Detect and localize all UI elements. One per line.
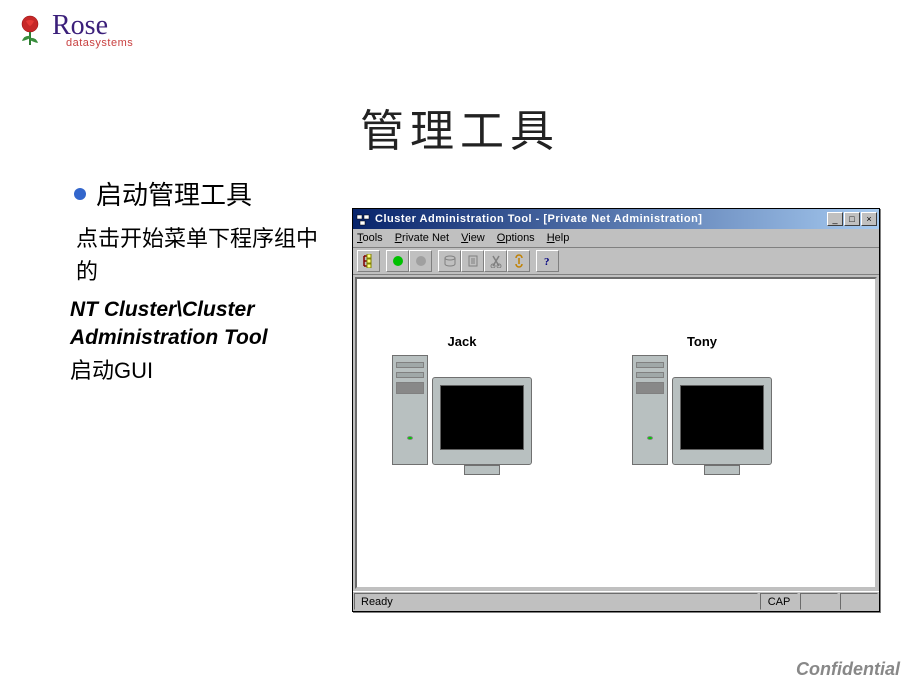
toolbar: ? bbox=[353, 248, 879, 275]
monitor-icon bbox=[672, 377, 772, 465]
status-empty1 bbox=[800, 593, 838, 610]
brand-logo: Rose datasystems bbox=[12, 12, 133, 49]
document-icon[interactable] bbox=[461, 250, 484, 272]
status-ready: Ready bbox=[354, 593, 758, 610]
content-body: 启动管理工具 点击开始菜单下程序组中的 NT Cluster\Cluster A… bbox=[74, 175, 334, 385]
slide-title: 管理工具 bbox=[0, 95, 920, 159]
desc3-gui: GUI bbox=[114, 358, 153, 383]
node-label: Tony bbox=[687, 334, 717, 349]
help-icon[interactable]: ? bbox=[536, 250, 559, 272]
bullet-text: 启动管理工具 bbox=[96, 175, 252, 212]
minimize-button[interactable]: _ bbox=[827, 212, 843, 226]
rose-flower-icon bbox=[12, 13, 48, 49]
cluster-node-tony[interactable]: Tony bbox=[632, 334, 772, 465]
tower-icon bbox=[632, 355, 668, 465]
link-icon[interactable] bbox=[507, 250, 530, 272]
logo-text: Rose datasystems bbox=[52, 12, 133, 49]
description-path: NT Cluster\Cluster Administration Tool bbox=[70, 296, 334, 353]
status-cap: CAP bbox=[760, 593, 798, 610]
cluster-admin-window: Cluster Administration Tool - [Private N… bbox=[352, 208, 880, 612]
menu-options[interactable]: Options bbox=[497, 232, 535, 244]
description-line-3: 启动GUI bbox=[70, 353, 334, 385]
menu-help[interactable]: Help bbox=[547, 232, 570, 244]
confidential-watermark: Confidential bbox=[796, 659, 900, 680]
description-line-1: 点击开始菜单下程序组中的 bbox=[76, 222, 334, 288]
svg-text:?: ? bbox=[544, 256, 550, 268]
workspace-canvas[interactable]: Jack Tony bbox=[355, 277, 877, 589]
logo-sub: datasystems bbox=[66, 38, 133, 49]
cut-icon[interactable] bbox=[484, 250, 507, 272]
stop-icon[interactable] bbox=[409, 250, 432, 272]
computer-icon bbox=[632, 355, 772, 465]
status-empty2 bbox=[840, 593, 878, 610]
app-icon bbox=[355, 211, 371, 227]
status-bar: Ready CAP bbox=[353, 591, 879, 611]
menu-bar: Tools Private Net View Options Help bbox=[353, 229, 879, 248]
logo-main: Rose bbox=[52, 12, 133, 40]
monitor-icon bbox=[432, 377, 532, 465]
disk-icon[interactable] bbox=[438, 250, 461, 272]
window-titlebar[interactable]: Cluster Administration Tool - [Private N… bbox=[353, 209, 879, 229]
start-icon[interactable] bbox=[386, 250, 409, 272]
menu-view[interactable]: View bbox=[461, 232, 485, 244]
menu-private-net[interactable]: Private Net bbox=[395, 232, 449, 244]
tower-icon bbox=[392, 355, 428, 465]
window-controls: _ □ × bbox=[827, 212, 877, 226]
menu-tools[interactable]: Tools bbox=[357, 232, 383, 244]
bullet-item: 启动管理工具 bbox=[74, 175, 334, 212]
window-title: Cluster Administration Tool - [Private N… bbox=[375, 213, 827, 225]
cluster-node-jack[interactable]: Jack bbox=[392, 334, 532, 465]
tree-icon[interactable] bbox=[357, 250, 380, 272]
bullet-dot-icon bbox=[74, 188, 86, 200]
computer-icon bbox=[392, 355, 532, 465]
close-button[interactable]: × bbox=[861, 212, 877, 226]
node-label: Jack bbox=[448, 334, 477, 349]
desc3-prefix: 启动 bbox=[70, 358, 114, 383]
maximize-button[interactable]: □ bbox=[844, 212, 860, 226]
